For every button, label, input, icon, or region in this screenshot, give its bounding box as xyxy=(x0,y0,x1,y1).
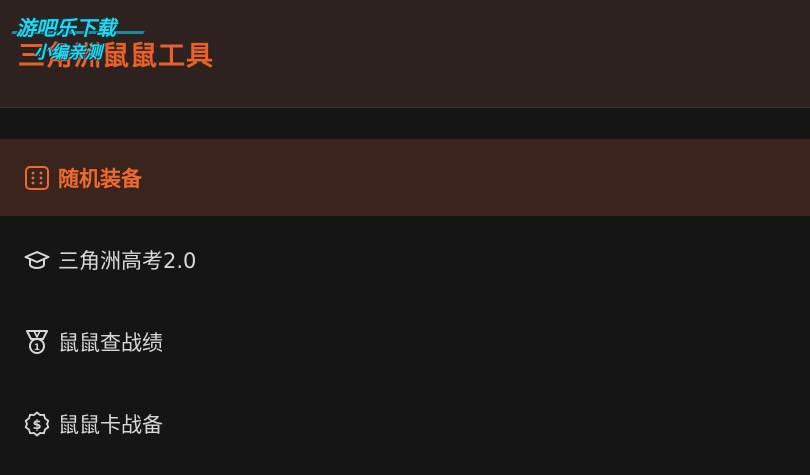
dollar-coin-icon: $ xyxy=(24,411,50,437)
app-header: 三角洲鼠鼠工具 游吧乐下载 小编亲测 xyxy=(0,0,810,108)
dice-icon xyxy=(24,165,50,191)
menu-label-random-gear: 随机装备 xyxy=(58,166,142,191)
menu-item-stats[interactable]: 1 鼠鼠查战绩 xyxy=(0,303,810,380)
menu-item-gear-card[interactable]: $ 鼠鼠卡战备 xyxy=(0,385,810,462)
menu-label-stats: 鼠鼠查战绩 xyxy=(58,330,163,355)
menu-item-random-gear[interactable]: 随机装备 xyxy=(0,139,810,216)
graduation-cap-icon xyxy=(24,247,50,273)
menu-label-exam: 三角洲高考2.0 xyxy=(58,248,197,273)
watermark-line1: 游吧乐下载 xyxy=(16,16,116,40)
menu-item-exam[interactable]: 三角洲高考2.0 xyxy=(0,221,810,298)
watermark-logo: 游吧乐下载 小编亲测 xyxy=(11,10,152,64)
side-menu: 随机装备 三角洲高考2.0 1 鼠鼠查战绩 $ 鼠鼠卡战备 xyxy=(0,139,810,462)
medal-icon: 1 xyxy=(24,329,50,355)
svg-text:$: $ xyxy=(32,418,41,433)
svg-text:1: 1 xyxy=(34,343,40,353)
app-window: 三角洲鼠鼠工具 游吧乐下载 小编亲测 随机装备 三角洲高考2.0 1 鼠鼠查战绩… xyxy=(0,0,810,475)
menu-label-gear-card: 鼠鼠卡战备 xyxy=(58,412,163,437)
watermark-line2: 小编亲测 xyxy=(34,43,102,63)
